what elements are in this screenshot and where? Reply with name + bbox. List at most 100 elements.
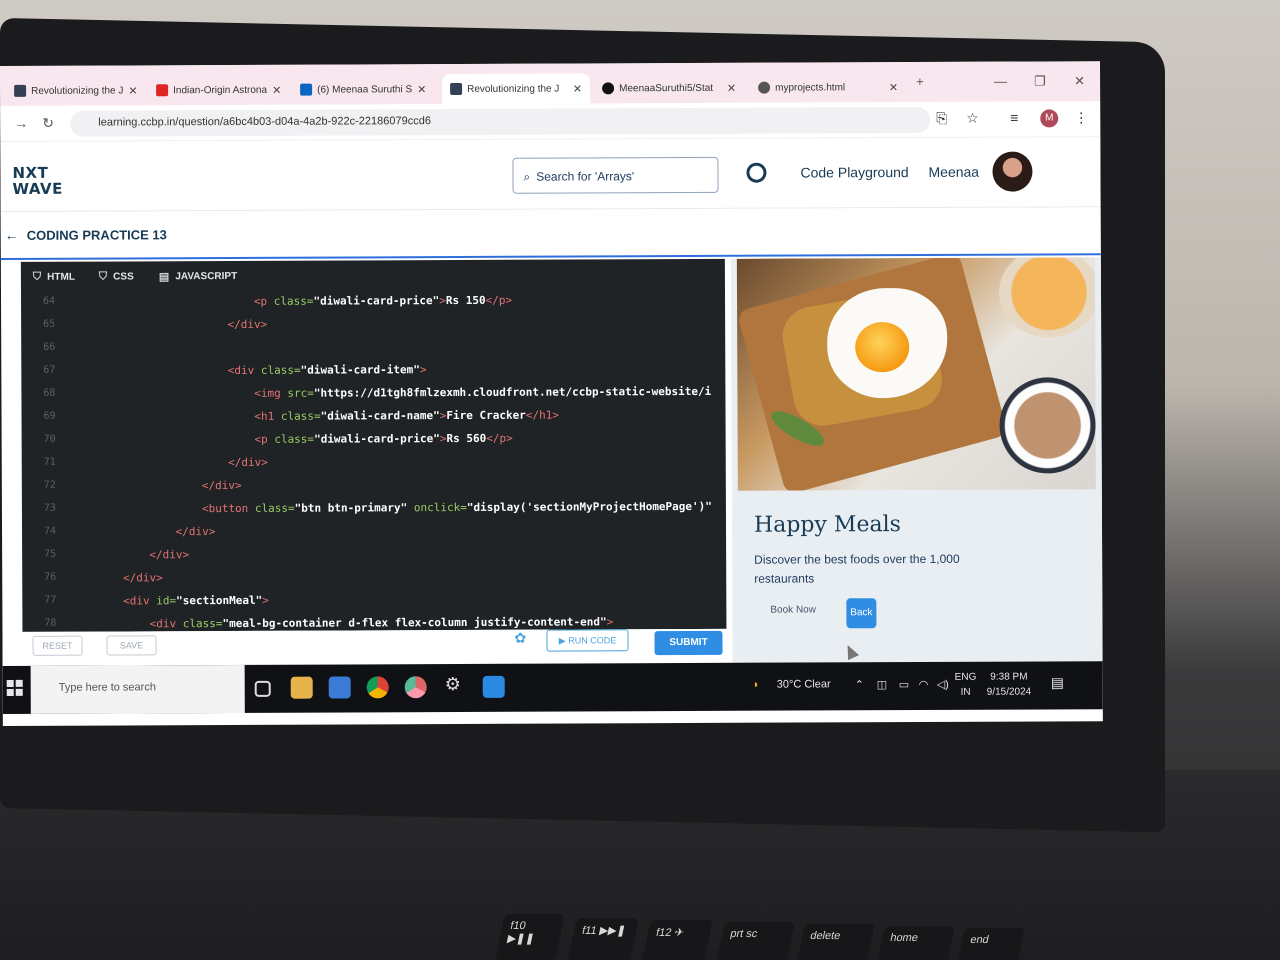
wifi-icon[interactable]: ◠ xyxy=(919,678,929,691)
media-queue-icon[interactable]: ≡ xyxy=(1010,110,1018,126)
code-playground-link[interactable]: Code Playground xyxy=(800,164,908,180)
card-description: Discover the best foods over the 1,000 r… xyxy=(754,551,960,586)
code-text: <div class="meal-bg-container d-flex fle… xyxy=(149,615,614,631)
code-line[interactable]: 70 <p class="diwali-card-price">Rs 560</p… xyxy=(22,427,726,453)
user-avatar[interactable] xyxy=(992,151,1033,192)
code-line[interactable]: 77 <div id="sectionMeal"> xyxy=(22,588,726,614)
code-line[interactable]: 71 </div> xyxy=(22,450,726,476)
code-line[interactable]: 64 <p class="diwali-card-price">Rs 150</p… xyxy=(21,289,725,315)
reset-button[interactable]: RESET xyxy=(32,635,83,656)
code-line[interactable]: 68 <img src="https://d1tgh8fmlzexmh.cloud… xyxy=(21,381,725,407)
vscode-icon[interactable] xyxy=(482,675,505,698)
site-header: NXT WAVE ⌕ Search for 'Arrays' Code Playg… xyxy=(0,137,1101,212)
tab-javascript[interactable]: ▤ JAVASCRIPT xyxy=(159,270,237,283)
notifications-icon[interactable]: ▤ xyxy=(1051,674,1064,691)
submit-button[interactable]: SUBMIT xyxy=(654,630,723,656)
browser-tab[interactable]: MeenaaSuruthi5/Stat ✕ xyxy=(594,73,744,104)
browser-tab[interactable]: myprojects.html ✕ xyxy=(750,72,906,103)
line-number: 76 xyxy=(44,571,57,583)
username[interactable]: Meenaa xyxy=(928,164,979,180)
card-title: Happy Meals xyxy=(753,512,901,538)
code-line[interactable]: 76 </div> xyxy=(22,565,726,591)
chrome-profile-icon[interactable] xyxy=(404,676,427,699)
code-text: <h1 class="diwali-card-name">Fire Cracke… xyxy=(254,408,560,423)
back-button[interactable]: Back xyxy=(846,598,877,629)
browser-tab-strip: Revolutionizing the J ✕ Indian-Origin As… xyxy=(0,61,1101,106)
system-clock[interactable]: 9:38 PM 9/15/2024 xyxy=(987,670,1032,700)
linkedin-icon xyxy=(300,83,313,96)
browser-tab[interactable]: (6) Meenaa Suruthi S ✕ xyxy=(292,74,434,105)
language-indicator[interactable]: ENG IN xyxy=(955,670,977,700)
timer-icon[interactable] xyxy=(746,162,767,183)
reload-icon[interactable]: ↻ xyxy=(42,115,54,132)
code-text: </div> xyxy=(227,317,268,332)
code-line[interactable]: 65 </div> xyxy=(21,312,725,338)
windows-start-icon[interactable] xyxy=(6,679,23,696)
close-icon[interactable]: ✕ xyxy=(272,83,281,96)
code-lines[interactable]: 64 <p class="diwali-card-price">Rs 150</p… xyxy=(21,289,726,632)
code-editor[interactable]: ⛉ HTML ⛉ CSS ▤ JAVASCRIPT 64 <p class="diwal… xyxy=(20,258,727,632)
browser-tab-active[interactable]: Revolutionizing the J ✕ xyxy=(442,73,591,105)
window-close-icon[interactable]: ✕ xyxy=(1074,73,1085,89)
book-now-button[interactable]: Book Now xyxy=(770,604,816,615)
back-arrow-icon[interactable]: ← xyxy=(5,227,19,243)
line-number: 70 xyxy=(43,433,56,445)
save-button[interactable]: SAVE xyxy=(106,635,157,656)
taskbar-search-input[interactable]: Type here to search xyxy=(30,664,245,714)
nxtwave-logo[interactable]: NXT WAVE xyxy=(12,164,62,198)
bookmark-star-icon[interactable]: ☆ xyxy=(966,110,979,127)
gear-icon[interactable]: ✿ xyxy=(514,630,526,647)
line-number: 65 xyxy=(43,318,56,330)
close-icon[interactable]: ✕ xyxy=(727,81,736,94)
favicon-icon xyxy=(14,84,27,97)
search-input[interactable]: ⌕ Search for 'Arrays' xyxy=(512,156,719,194)
keyboard-key: f11 ▶▶❚ xyxy=(567,918,639,960)
code-line[interactable]: 72 </div> xyxy=(22,473,726,499)
install-icon[interactable]: ⎘ xyxy=(936,110,947,127)
line-number: 72 xyxy=(43,479,56,491)
tab-css[interactable]: ⛉ CSS xyxy=(99,270,134,283)
keyboard-key: prt sc xyxy=(715,922,795,960)
code-line[interactable]: 67 <div class="diwali-card-item"> xyxy=(21,358,725,384)
settings-icon[interactable]: ⚙ xyxy=(445,674,467,696)
minimize-icon[interactable]: — xyxy=(994,74,1007,89)
code-text: <div id="sectionMeal"> xyxy=(123,593,269,608)
profile-avatar[interactable]: M xyxy=(1040,109,1059,128)
browser-tab[interactable]: Revolutionizing the J ✕ xyxy=(6,75,144,106)
css3-icon: ⛉ xyxy=(98,270,108,283)
battery-icon[interactable]: ▭ xyxy=(899,678,909,691)
code-line[interactable]: 73 <button class="btn btn-primary" onclic… xyxy=(22,496,726,522)
close-icon[interactable]: ✕ xyxy=(573,82,582,95)
file-explorer-icon[interactable] xyxy=(290,676,313,699)
code-line[interactable]: 66 xyxy=(21,335,725,361)
line-number: 73 xyxy=(43,502,56,514)
tray-chevron-icon[interactable]: ⌃ xyxy=(855,678,864,691)
keyboard-key: home xyxy=(875,926,955,960)
code-line[interactable]: 74 </div> xyxy=(22,519,726,545)
run-code-button[interactable]: ▶ RUN CODE xyxy=(546,629,629,652)
code-text: <img src="https://d1tgh8fmlzexmh.cloudfr… xyxy=(254,384,712,400)
volume-icon[interactable]: ◁) xyxy=(937,678,949,691)
tab-html[interactable]: ⛉ HTML xyxy=(33,271,75,284)
weather-icon: ◗ xyxy=(752,678,760,691)
code-line[interactable]: 69 <h1 class="diwali-card-name">Fire Crac… xyxy=(21,404,725,430)
url-input[interactable]: learning.ccbp.in/question/a6bc4b03-d04a-… xyxy=(70,106,931,137)
close-icon[interactable]: ✕ xyxy=(128,84,137,97)
store-icon[interactable] xyxy=(328,676,351,699)
laptop-screen: Revolutionizing the J ✕ Indian-Origin As… xyxy=(0,61,1103,726)
kebab-menu-icon[interactable]: ⋮ xyxy=(1074,109,1088,126)
code-line[interactable]: 75 </div> xyxy=(22,542,726,568)
restore-icon[interactable]: ❐ xyxy=(1034,73,1046,89)
task-view-icon[interactable] xyxy=(254,680,271,697)
new-tab-button[interactable]: + xyxy=(916,74,924,89)
close-icon[interactable]: ✕ xyxy=(889,81,898,94)
close-icon[interactable]: ✕ xyxy=(417,83,426,96)
page-title: CODING PRACTICE 13 xyxy=(26,227,167,243)
line-number: 68 xyxy=(43,387,56,399)
forward-icon[interactable]: → xyxy=(14,115,28,131)
browser-tab[interactable]: Indian-Origin Astrona ✕ xyxy=(148,75,288,106)
network-icon[interactable]: ◫ xyxy=(877,678,887,691)
practice-title-bar: ← CODING PRACTICE 13 xyxy=(0,207,1101,260)
chrome-icon[interactable] xyxy=(366,676,389,699)
weather-text[interactable]: 30°C Clear xyxy=(777,678,831,690)
